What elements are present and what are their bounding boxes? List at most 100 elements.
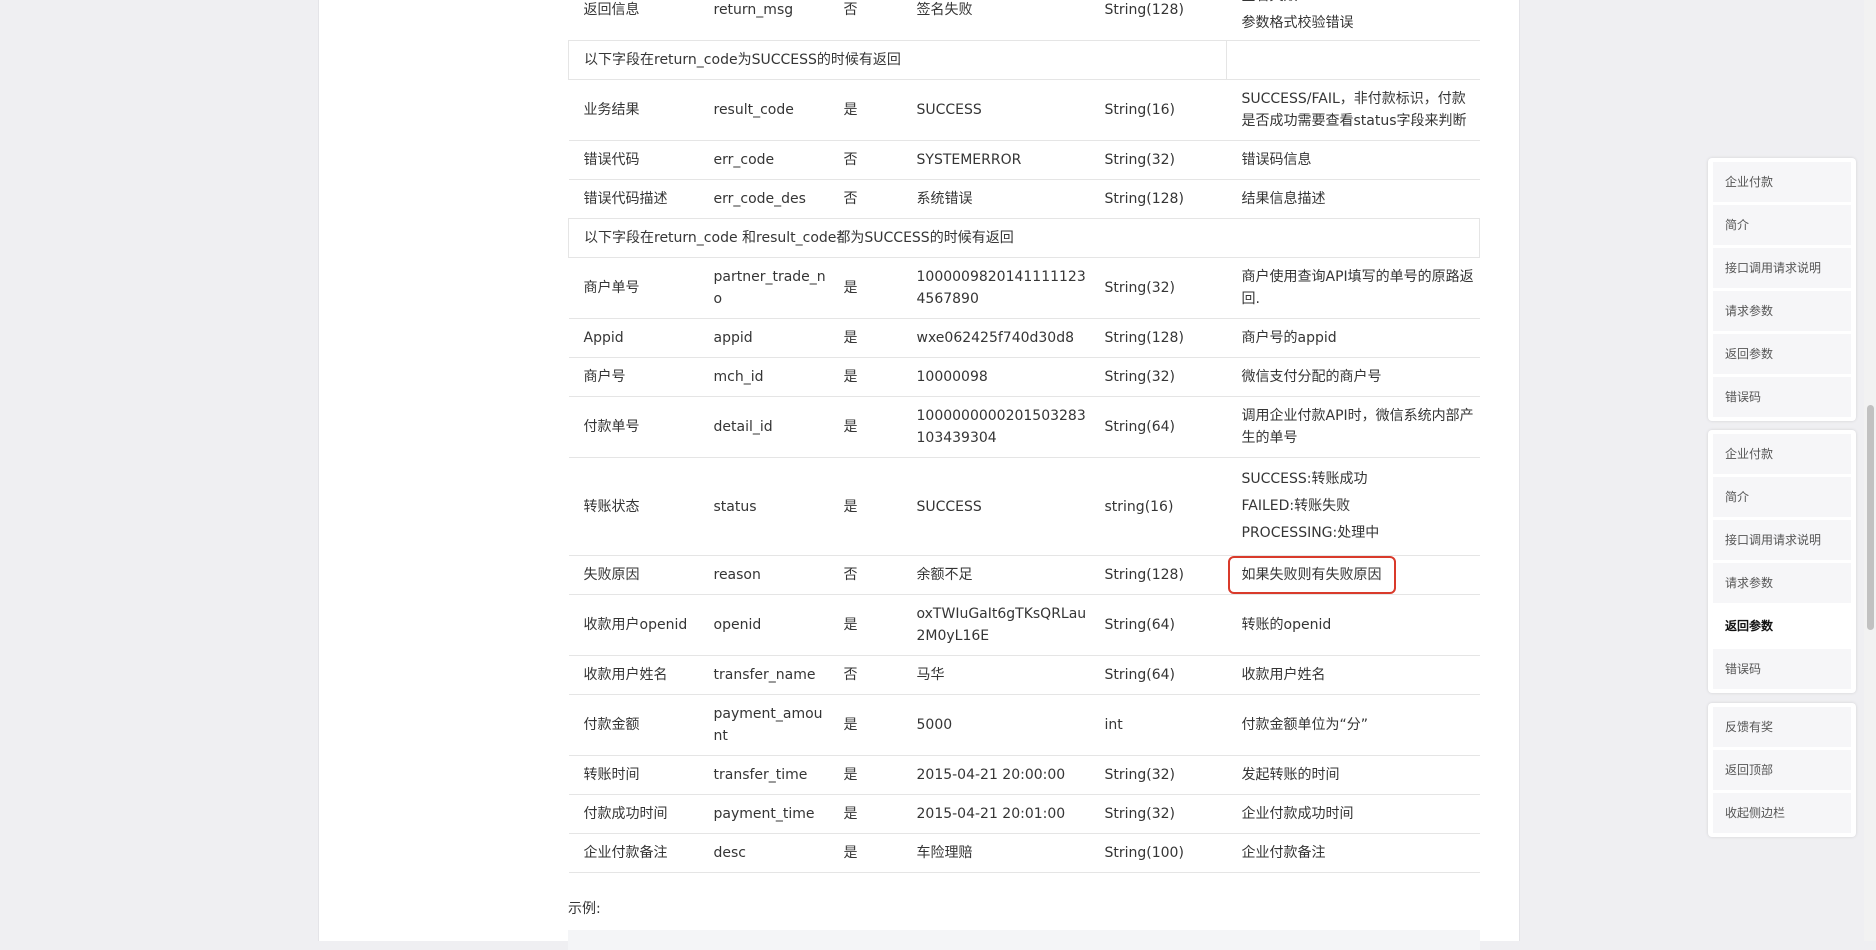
page-scrollbar[interactable] bbox=[1864, 0, 1876, 941]
param-field: openid bbox=[698, 594, 829, 656]
param-required: 是 bbox=[828, 833, 902, 873]
param-example: SYSTEMERROR bbox=[901, 140, 1090, 180]
param-desc: 调用企业付款API时，微信系统内部产生的单号 bbox=[1226, 396, 1480, 458]
side-nav-item-return-params[interactable]: 返回参数 bbox=[1713, 334, 1851, 374]
param-desc: 企业付款备注 bbox=[1226, 833, 1480, 873]
param-field: transfer_time bbox=[698, 755, 829, 795]
param-example: 2015-04-21 20:00:00 bbox=[901, 755, 1090, 795]
table-row: 业务结果 result_code 是 SUCCESS String(16) SU… bbox=[568, 79, 1480, 141]
param-name: 返回信息 bbox=[568, 0, 699, 41]
side-nav-item-request-description[interactable]: 接口调用请求说明 bbox=[1713, 248, 1851, 288]
param-required: 是 bbox=[828, 755, 902, 795]
side-nav-item-enterprise-payment[interactable]: 企业付款 bbox=[1713, 162, 1851, 202]
param-required: 否 bbox=[828, 0, 902, 41]
param-example: wxe062425f740d30d8 bbox=[901, 318, 1090, 358]
table-row: 企业付款备注 desc 是 车险理赔 String(100) 企业付款备注 bbox=[568, 833, 1480, 873]
param-desc: 收款用户姓名 bbox=[1226, 655, 1480, 695]
param-name: 转账时间 bbox=[568, 755, 699, 795]
side-nav-item-request-params[interactable]: 请求参数 bbox=[1713, 291, 1851, 331]
param-example: 1000000000201503283103439304 bbox=[901, 396, 1090, 458]
param-desc: SUCCESS:转账成功 FAILED:转账失败 PROCESSING:处理中 bbox=[1226, 457, 1480, 556]
param-example: 10000098 bbox=[901, 357, 1090, 397]
table-row: 付款单号 detail_id 是 10000000002015032831034… bbox=[568, 396, 1480, 458]
param-desc: SUCCESS/FAIL，非付款标识，付款是否成功需要查看status字段来判断 bbox=[1226, 79, 1480, 141]
side-nav-item-intro[interactable]: 简介 bbox=[1713, 477, 1851, 517]
side-nav-item-enterprise-payment[interactable]: 企业付款 bbox=[1713, 434, 1851, 474]
param-desc: 付款金额单位为“分” bbox=[1226, 694, 1480, 756]
param-name: 付款金额 bbox=[568, 694, 699, 756]
left-doc-panel bbox=[318, 0, 528, 941]
param-name: 付款成功时间 bbox=[568, 794, 699, 834]
table-row: 转账状态 status 是 SUCCESS string(16) SUCCESS… bbox=[568, 457, 1480, 556]
table-note: 以下字段在return_code 和result_code都为SUCCESS的时… bbox=[568, 218, 1480, 258]
param-type: String(64) bbox=[1089, 655, 1227, 695]
param-desc: 微信支付分配的商户号 bbox=[1226, 357, 1480, 397]
param-type: string(16) bbox=[1089, 457, 1227, 556]
side-nav-item-return-params-active[interactable]: 返回参数 bbox=[1713, 606, 1851, 646]
return-params-table: 返回信息 return_msg 否 签名失败 String(128) 签名失败 … bbox=[568, 0, 1480, 873]
param-example: 余额不足 bbox=[901, 555, 1090, 595]
param-name: 转账状态 bbox=[568, 457, 699, 556]
table-row: 商户号 mch_id 是 10000098 String(32) 微信支付分配的… bbox=[568, 357, 1480, 397]
param-desc: 签名失败 参数格式校验错误 bbox=[1226, 0, 1480, 41]
doc-content: 返回信息 return_msg 否 签名失败 String(128) 签名失败 … bbox=[527, 0, 1520, 950]
table-row: 错误代码描述 err_code_des 否 系统错误 String(128) 结… bbox=[568, 179, 1480, 219]
param-name: Appid bbox=[568, 318, 699, 358]
param-example: 系统错误 bbox=[901, 179, 1090, 219]
param-desc-line: 签名失败 bbox=[1242, 0, 1480, 10]
param-required: 是 bbox=[828, 357, 902, 397]
param-type: String(128) bbox=[1089, 318, 1227, 358]
table-row: 商户单号 partner_trade_no 是 1000009820141111… bbox=[568, 257, 1480, 319]
param-type: String(32) bbox=[1089, 257, 1227, 319]
param-required: 否 bbox=[828, 179, 902, 219]
side-nav-item-request-description[interactable]: 接口调用请求说明 bbox=[1713, 520, 1851, 560]
table-row: 错误代码 err_code 否 SYSTEMERROR String(32) 错… bbox=[568, 140, 1480, 180]
param-example: oxTWIuGaIt6gTKsQRLau2M0yL16E bbox=[901, 594, 1090, 656]
param-name: 企业付款备注 bbox=[568, 833, 699, 873]
back-to-top-button[interactable]: 返回顶部 bbox=[1713, 750, 1851, 790]
table-row: 收款用户姓名 transfer_name 否 马华 String(64) 收款用… bbox=[568, 655, 1480, 695]
param-example: 2015-04-21 20:01:00 bbox=[901, 794, 1090, 834]
param-type: String(32) bbox=[1089, 357, 1227, 397]
param-desc-line: 参数格式校验错误 bbox=[1241, 15, 1354, 31]
param-name: 商户号 bbox=[568, 357, 699, 397]
param-desc: 发起转账的时间 bbox=[1226, 755, 1480, 795]
param-field: err_code bbox=[698, 140, 829, 180]
param-type: String(128) bbox=[1089, 555, 1227, 595]
side-nav-item-error-codes[interactable]: 错误码 bbox=[1713, 377, 1851, 417]
left-gutter bbox=[0, 0, 318, 941]
param-name: 付款单号 bbox=[568, 396, 699, 458]
param-field: status bbox=[698, 457, 829, 556]
param-type: String(32) bbox=[1089, 794, 1227, 834]
status-desc-line: PROCESSING:处理中 bbox=[1241, 525, 1380, 541]
param-name: 错误代码描述 bbox=[568, 179, 699, 219]
scrollbar-thumb[interactable] bbox=[1867, 405, 1874, 630]
param-field: reason bbox=[698, 555, 829, 595]
param-field: appid bbox=[698, 318, 829, 358]
param-required: 是 bbox=[828, 79, 902, 141]
param-required: 是 bbox=[828, 594, 902, 656]
param-required: 是 bbox=[828, 396, 902, 458]
param-desc: 如果失败则有失败原因 bbox=[1226, 555, 1480, 595]
collapse-sidebar-button[interactable]: 收起侧边栏 bbox=[1713, 793, 1851, 833]
feedback-button[interactable]: 反馈有奖 bbox=[1713, 707, 1851, 747]
param-type: String(64) bbox=[1089, 396, 1227, 458]
param-type: String(100) bbox=[1089, 833, 1227, 873]
example-code-block bbox=[568, 930, 1480, 950]
table-note: 以下字段在return_code为SUCCESS的时候有返回 bbox=[568, 40, 1227, 80]
side-nav-item-request-params[interactable]: 请求参数 bbox=[1713, 563, 1851, 603]
param-example: 10000098201411111234567890 bbox=[901, 257, 1090, 319]
status-desc-line: SUCCESS:转账成功 bbox=[1241, 471, 1368, 487]
param-required: 是 bbox=[828, 694, 902, 756]
param-name: 失败原因 bbox=[568, 555, 699, 595]
param-required: 否 bbox=[828, 140, 902, 180]
param-example: 签名失败 bbox=[901, 0, 1090, 41]
param-example: 5000 bbox=[901, 694, 1090, 756]
param-name: 业务结果 bbox=[568, 79, 699, 141]
param-desc: 结果信息描述 bbox=[1226, 179, 1480, 219]
param-example: 马华 bbox=[901, 655, 1090, 695]
side-nav-item-error-codes[interactable]: 错误码 bbox=[1713, 649, 1851, 689]
side-nav-item-intro[interactable]: 简介 bbox=[1713, 205, 1851, 245]
param-field: partner_trade_no bbox=[698, 257, 829, 319]
param-name: 收款用户openid bbox=[568, 594, 699, 656]
